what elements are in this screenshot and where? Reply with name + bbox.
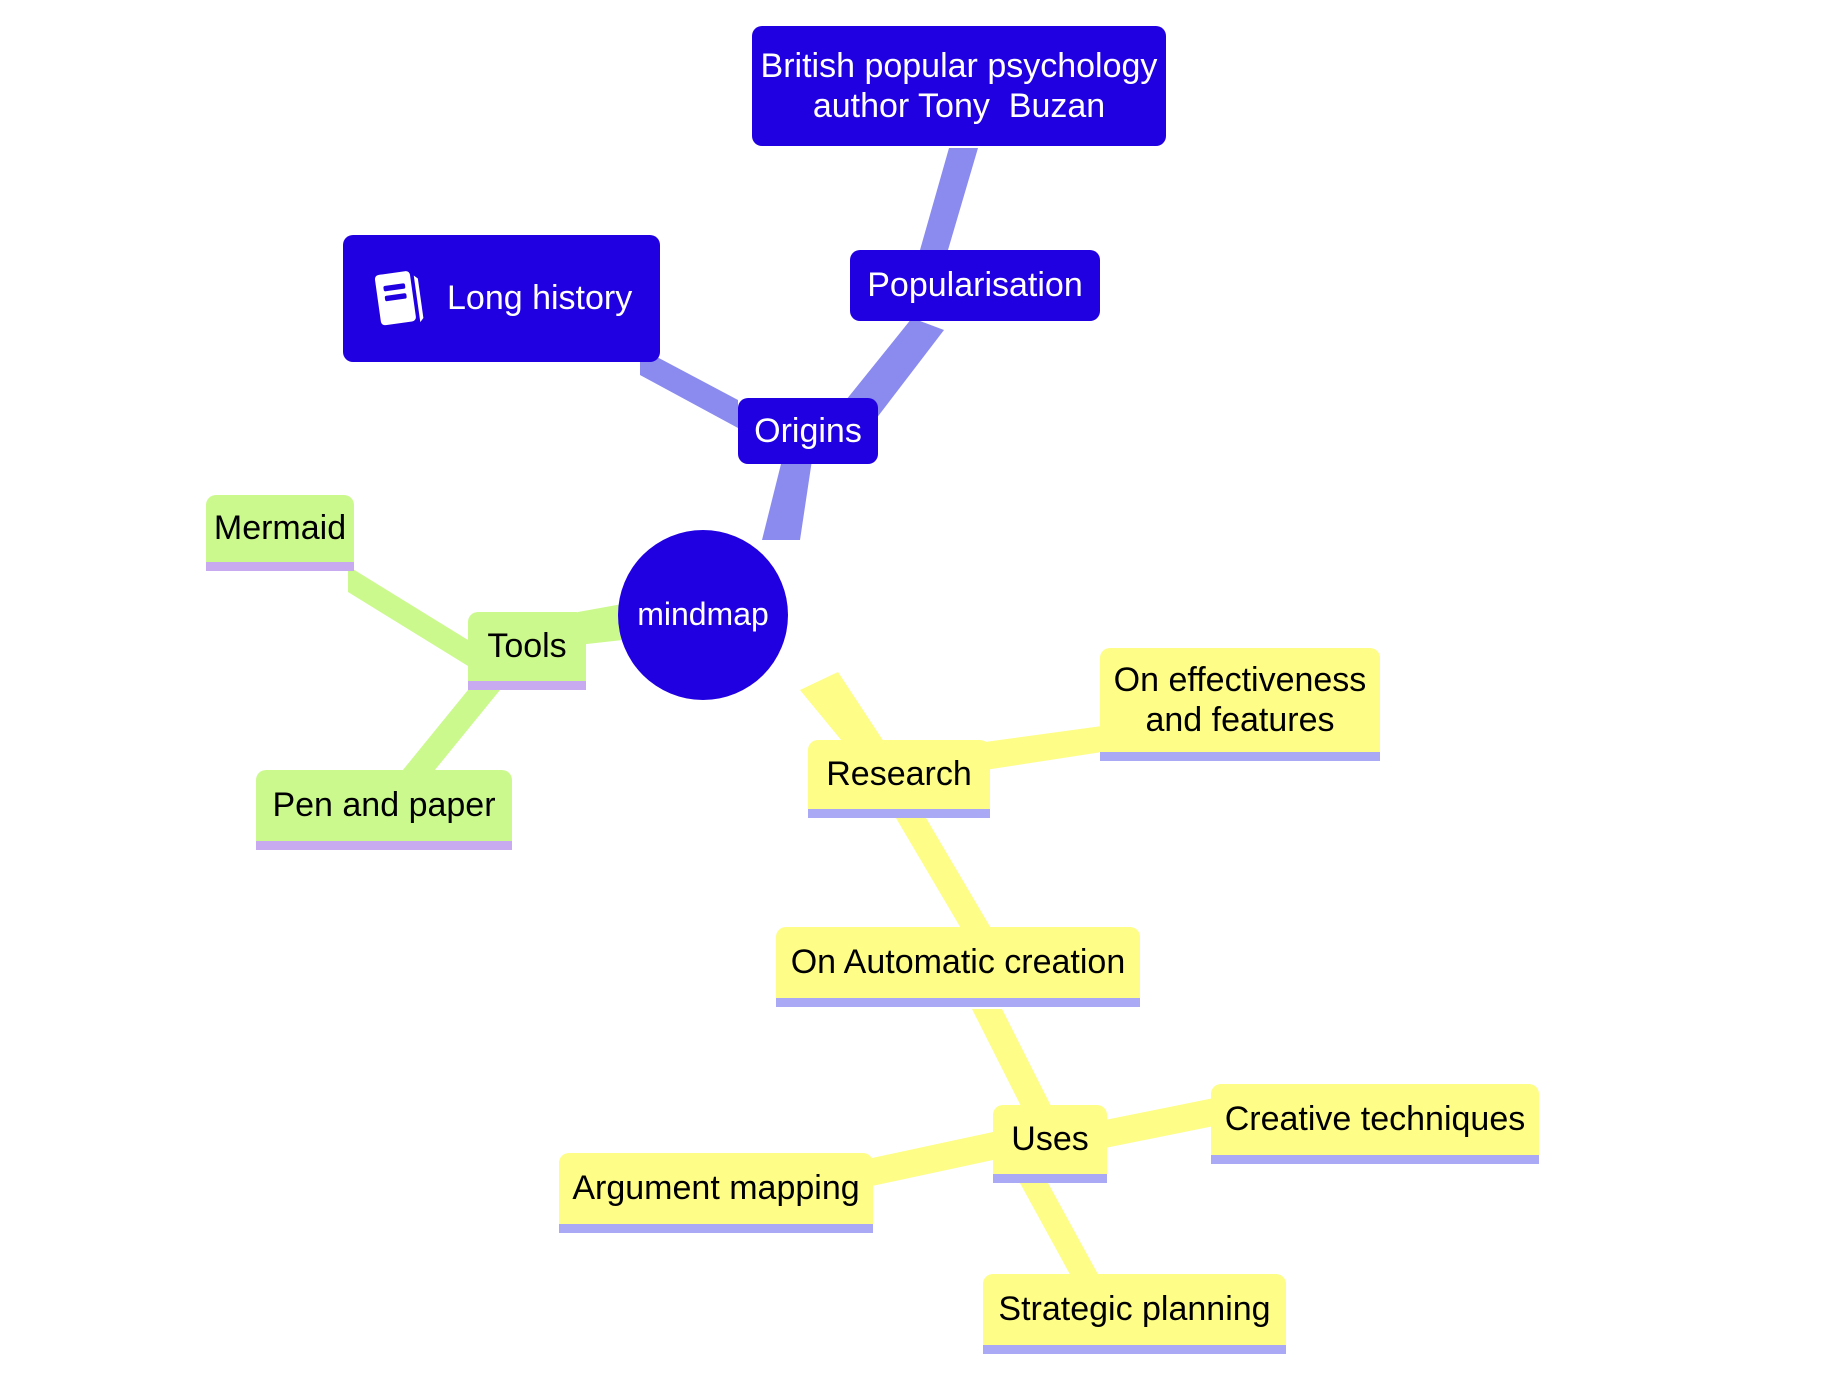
node-long-history-label: Long history xyxy=(447,279,633,318)
node-origins-label: Origins xyxy=(754,411,862,450)
node-uses-label: Uses xyxy=(1011,1120,1089,1159)
node-on-automatic-creation-label: On Automatic creation xyxy=(790,943,1126,982)
node-on-effectiveness-and-features-label: On effectiveness and features xyxy=(1113,660,1367,739)
node-long-history[interactable]: Long history xyxy=(343,235,660,362)
node-on-effectiveness-and-features[interactable]: On effectiveness and features xyxy=(1100,648,1380,761)
node-creative-techniques-label: Creative techniques xyxy=(1224,1100,1526,1139)
node-mermaid[interactable]: Mermaid xyxy=(206,495,354,571)
book-icon xyxy=(367,189,425,407)
edge-mindmap-origins xyxy=(762,460,812,540)
node-pen-and-paper-label: Pen and paper xyxy=(272,786,496,825)
mindmap-canvas: mindmap British popular psychology author… xyxy=(0,0,1828,1374)
node-tools-label: Tools xyxy=(487,627,567,666)
edge-research-automatic xyxy=(896,818,992,930)
node-pen-and-paper[interactable]: Pen and paper xyxy=(256,770,512,850)
edge-uses-strategic xyxy=(1020,1183,1100,1278)
edge-research-effectiveness xyxy=(985,726,1102,770)
node-argument-mapping-label: Argument mapping xyxy=(572,1169,860,1208)
edge-uses-argument xyxy=(872,1132,993,1186)
node-strategic-planning[interactable]: Strategic planning xyxy=(983,1274,1286,1354)
node-tony-buzan[interactable]: British popular psychology author Tony Bu… xyxy=(752,26,1166,146)
edge-tools-mermaid xyxy=(348,566,468,666)
node-argument-mapping[interactable]: Argument mapping xyxy=(559,1153,873,1233)
edge-popularisation-tony-buzan xyxy=(920,148,978,250)
node-research[interactable]: Research xyxy=(808,740,990,818)
edge-uses-creative xyxy=(1105,1098,1214,1148)
root-node-mindmap[interactable]: mindmap xyxy=(618,530,788,700)
node-research-label: Research xyxy=(826,755,972,794)
node-uses[interactable]: Uses xyxy=(993,1105,1107,1183)
root-node-label: mindmap xyxy=(637,596,769,633)
node-on-automatic-creation[interactable]: On Automatic creation xyxy=(776,927,1140,1007)
node-creative-techniques[interactable]: Creative techniques xyxy=(1211,1084,1539,1164)
node-mermaid-label: Mermaid xyxy=(213,509,347,548)
node-origins[interactable]: Origins xyxy=(738,398,878,464)
edge-automatic-uses xyxy=(972,1009,1052,1108)
edge-tools-pen-paper xyxy=(398,690,500,776)
node-strategic-planning-label: Strategic planning xyxy=(998,1290,1271,1329)
node-tools[interactable]: Tools xyxy=(468,612,586,690)
node-popularisation-label: Popularisation xyxy=(867,266,1083,305)
node-tony-buzan-label: British popular psychology author Tony Bu… xyxy=(760,46,1158,125)
edge-layer xyxy=(348,148,1214,1278)
node-popularisation[interactable]: Popularisation xyxy=(850,250,1100,321)
